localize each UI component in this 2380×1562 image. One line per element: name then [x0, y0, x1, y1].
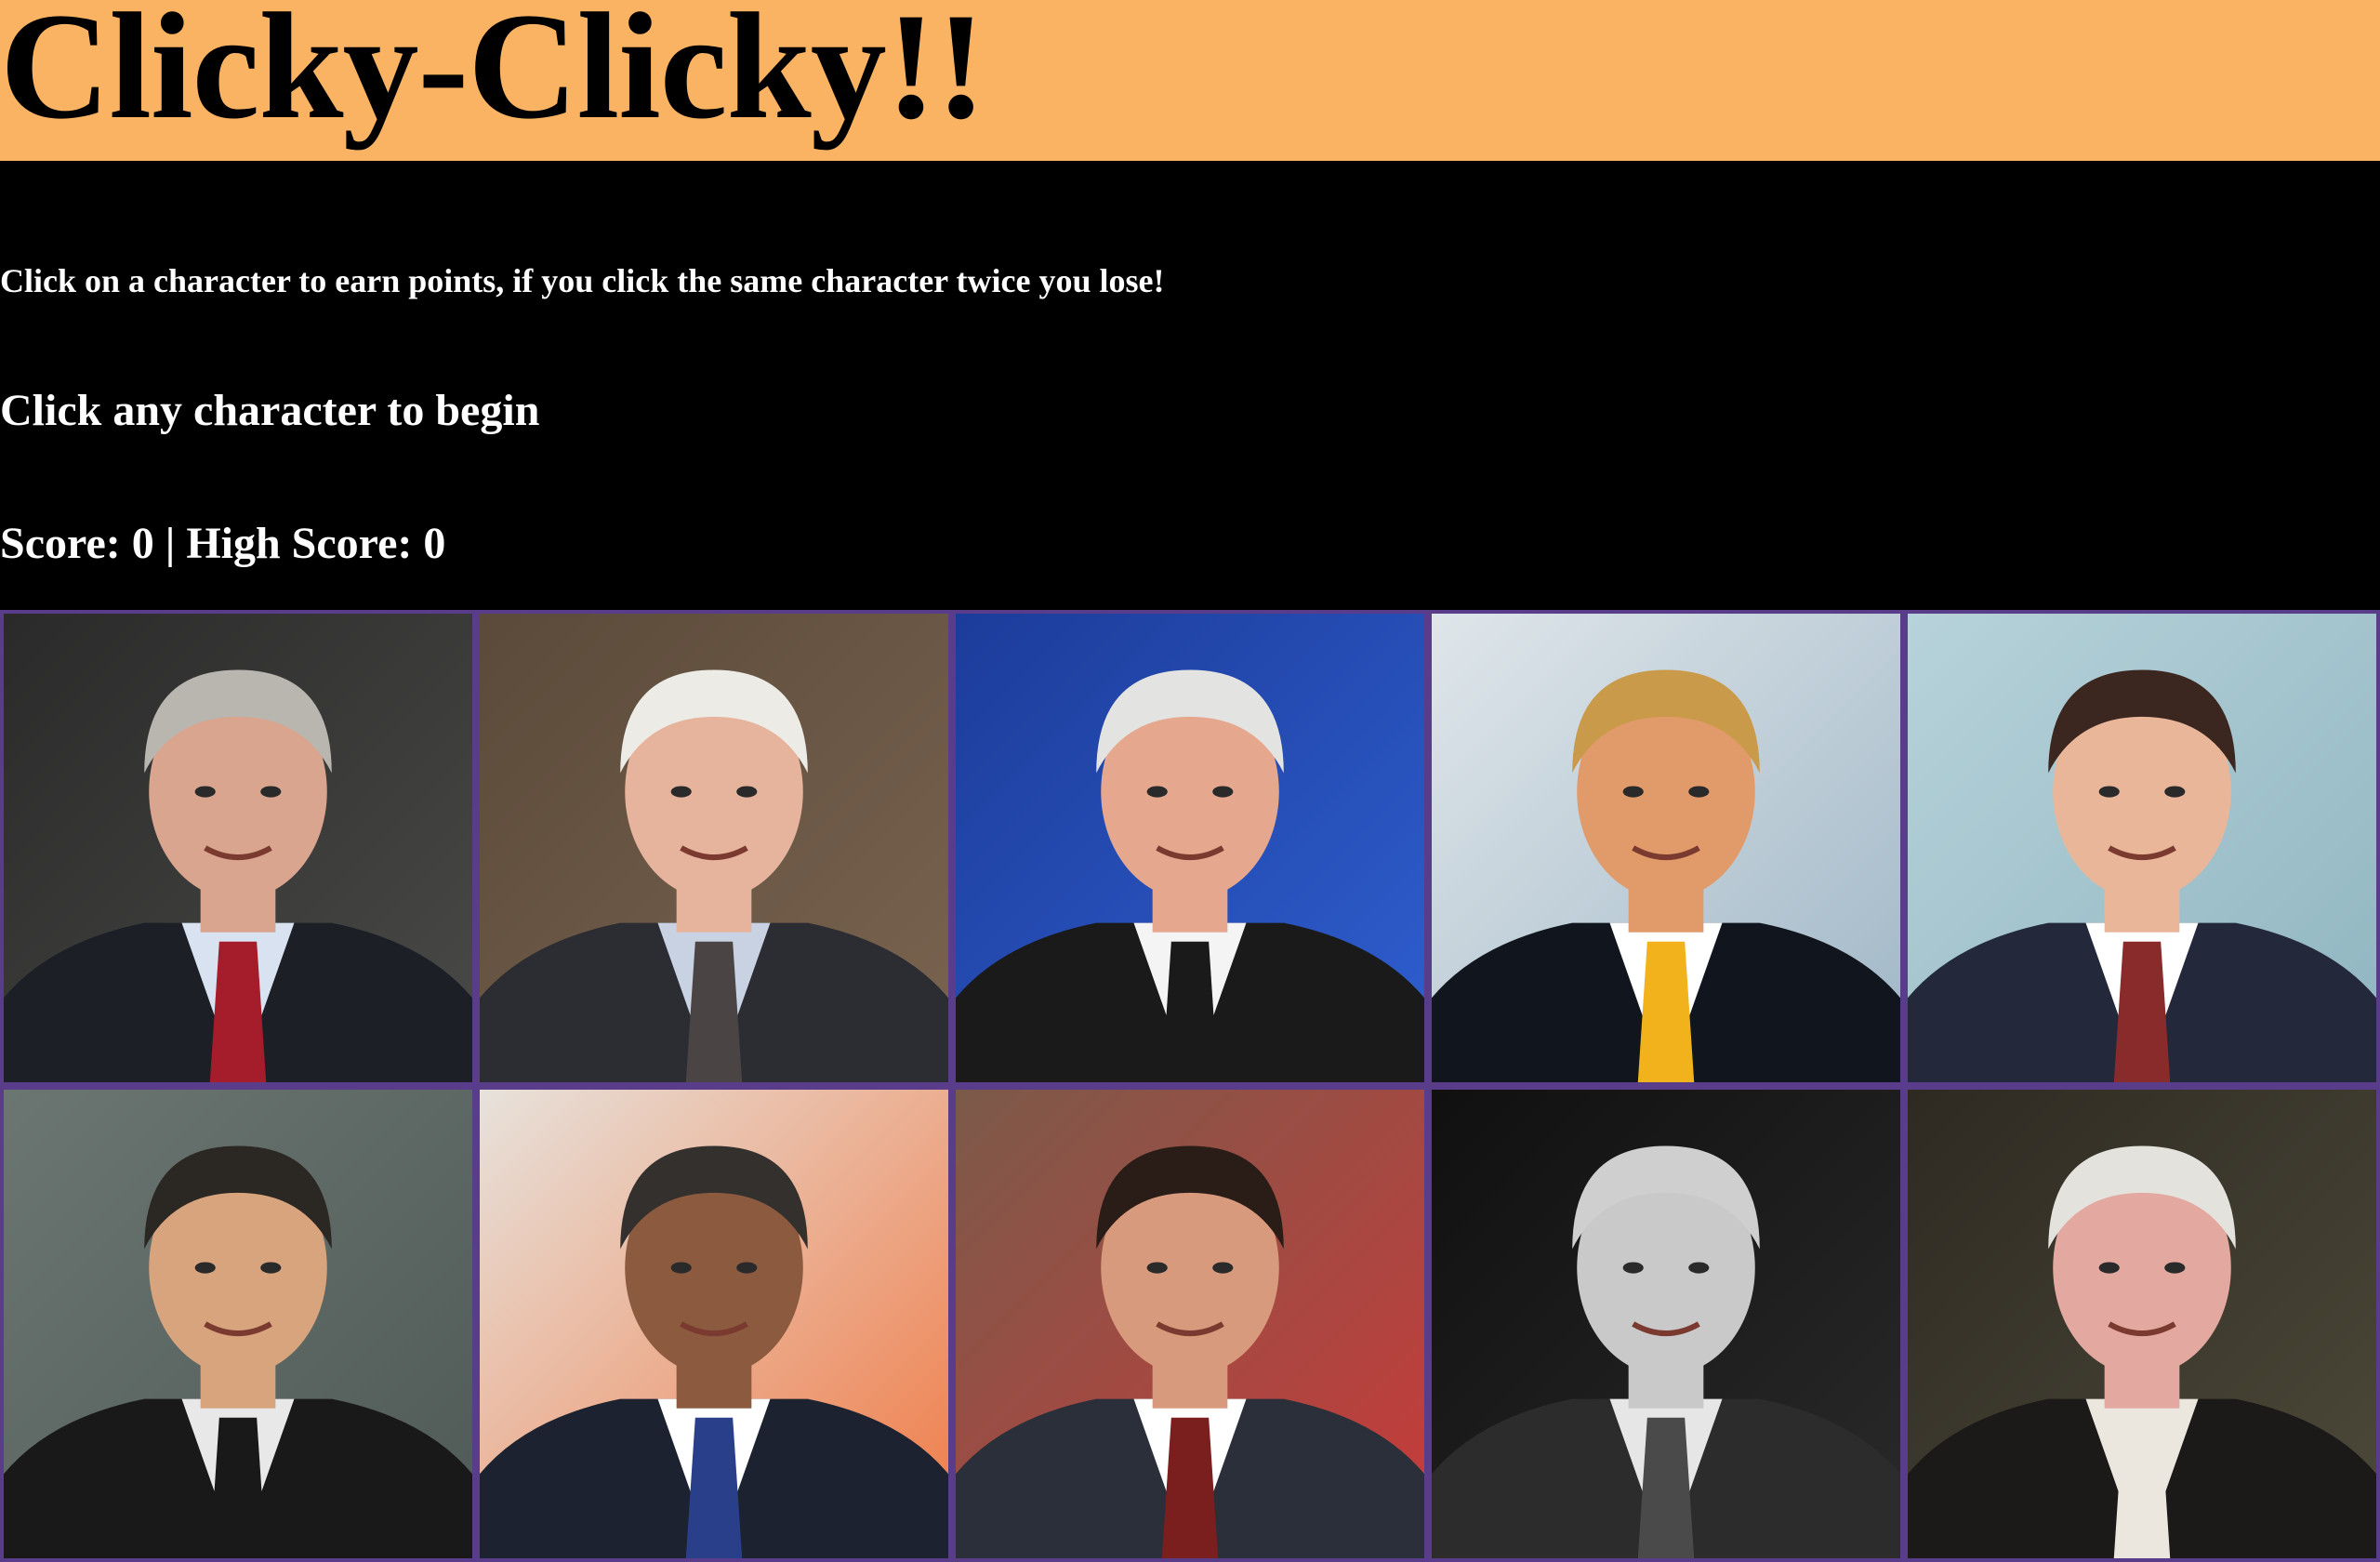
character-card[interactable]: Ronald Reagan — [952, 1086, 1428, 1562]
character-card[interactable]: George Washington — [1904, 1086, 2380, 1562]
high-score-value: 0 — [423, 519, 446, 568]
character-card[interactable]: Franklin D. Roosevelt — [1428, 1086, 1904, 1562]
game-instructions: Click on a character to earn points, if … — [0, 262, 1165, 299]
character-card[interactable]: Donald Trump — [1428, 610, 1904, 1086]
portrait-icon — [1908, 614, 2376, 1082]
portrait-icon — [4, 1090, 472, 1558]
portrait-icon — [1432, 1090, 1900, 1558]
character-card[interactable]: Abraham Lincoln — [0, 1086, 476, 1562]
portrait-icon — [956, 614, 1424, 1082]
score-label: Score: — [0, 519, 121, 568]
score-value: 0 — [131, 519, 154, 568]
character-card[interactable]: John F. Kennedy — [1904, 610, 2380, 1086]
character-card[interactable]: George W. Bush — [0, 610, 476, 1086]
score-separator: | — [165, 519, 176, 568]
character-card[interactable]: Bill Clinton — [952, 610, 1428, 1086]
portrait-icon — [1908, 1090, 2376, 1558]
character-card[interactable]: Jimmy Carter — [476, 610, 952, 1086]
app-title: Clicky-Clicky!! — [0, 0, 986, 151]
portrait-icon — [4, 614, 472, 1082]
portrait-icon — [480, 614, 948, 1082]
game-status-message: Click any character to begin — [0, 386, 540, 435]
page-header: Clicky-Clicky!! — [0, 0, 2380, 161]
character-grid: George W. BushJimmy CarterBill ClintonDo… — [0, 610, 2380, 1562]
portrait-icon — [956, 1090, 1424, 1558]
scoreboard: Score: 0 | High Score: 0 — [0, 518, 445, 569]
portrait-icon — [1432, 614, 1900, 1082]
high-score-label: High Score: — [186, 519, 413, 568]
character-card[interactable]: Barack Obama — [476, 1086, 952, 1562]
portrait-icon — [480, 1090, 948, 1558]
